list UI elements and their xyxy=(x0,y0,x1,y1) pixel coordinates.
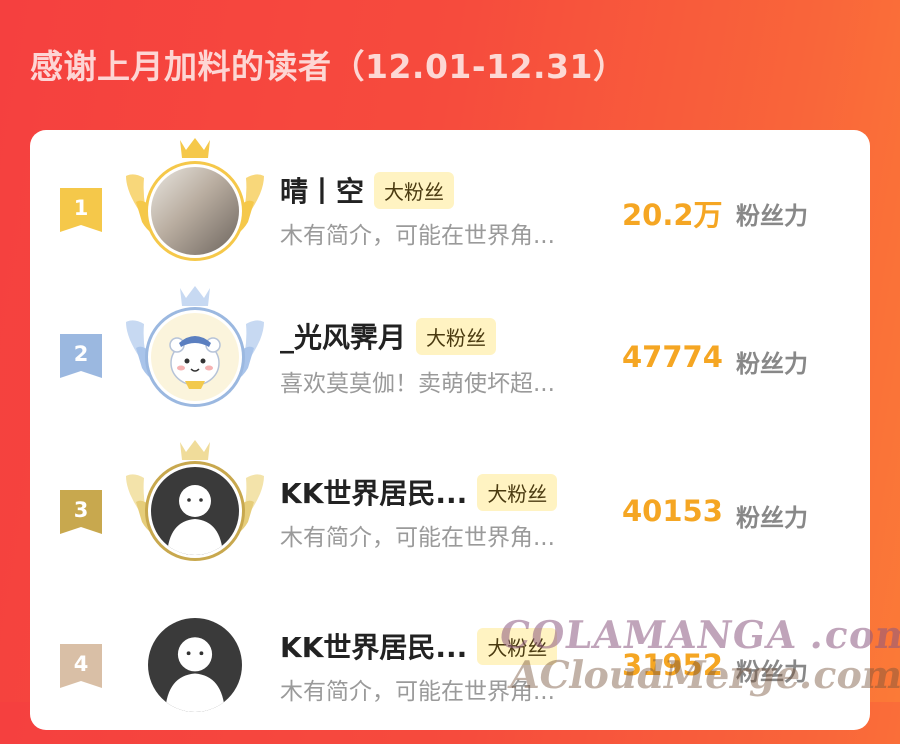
username-text: 晴丨空 xyxy=(280,175,365,208)
ranking-row[interactable]: 1 晴丨空 大粉丝 木有简介，可能在世界角... 20.2万 粉丝力 xyxy=(30,132,870,282)
avatar-frame xyxy=(120,586,270,736)
avatar[interactable] xyxy=(148,464,242,558)
fan-badge: 大粉丝 xyxy=(477,473,558,511)
avatar[interactable] xyxy=(148,618,242,712)
avatar-frame-silver xyxy=(120,278,270,428)
username[interactable]: KK世界居民... 大粉丝 xyxy=(280,472,558,514)
fans-label: 粉丝力 xyxy=(736,350,808,378)
user-intro: 木有简介，可能在世界角... xyxy=(280,525,555,551)
avatar[interactable] xyxy=(148,164,242,258)
ranking-row[interactable]: 3 KK世界居民... 大粉丝 木有简介，可能在世界角... 40153 粉丝力 xyxy=(30,440,870,590)
avatar-frame-gold xyxy=(120,132,270,282)
default-user-icon xyxy=(165,637,225,712)
user-intro: 木有简介，可能在世界角... xyxy=(280,223,555,249)
bear-mascot-icon xyxy=(169,336,221,389)
avatar-frame-bronze xyxy=(120,432,270,582)
username-text: KK世界居民... xyxy=(280,631,468,664)
ranking-row[interactable]: 2 _光风霁月 大粉丝 喜欢莫莫伽！卖萌使坏超... 47774 粉丝力 xyxy=(30,286,870,438)
fans-label: 粉丝力 xyxy=(736,504,808,532)
page-title: 感谢上月加料的读者（12.01-12.31） xyxy=(30,47,627,86)
username-text: KK世界居民... xyxy=(280,477,468,510)
username[interactable]: 晴丨空 大粉丝 xyxy=(280,170,455,212)
watermark-colamanga: COLAMANGA .com xyxy=(496,612,900,657)
fans-value: 47774 xyxy=(622,340,723,374)
user-intro: 喜欢莫莫伽！卖萌使坏超... xyxy=(280,371,555,397)
fan-badge: 大粉丝 xyxy=(374,171,455,209)
rank-flag: 1 xyxy=(60,188,102,232)
watermark-acloudmerge: ACloudMerge.com xyxy=(506,652,900,697)
fans-value: 40153 xyxy=(622,494,723,528)
username[interactable]: _光风霁月 大粉丝 xyxy=(280,316,497,358)
default-user-icon xyxy=(167,485,223,555)
rank-flag: 4 xyxy=(60,644,102,688)
rank-flag: 3 xyxy=(60,490,102,534)
fans-value: 20.2万 xyxy=(622,198,723,232)
fan-badge: 大粉丝 xyxy=(416,317,497,355)
rank-flag: 2 xyxy=(60,334,102,378)
avatar[interactable] xyxy=(148,310,242,404)
fans-label: 粉丝力 xyxy=(736,202,808,230)
username-text: _光风霁月 xyxy=(280,321,407,354)
